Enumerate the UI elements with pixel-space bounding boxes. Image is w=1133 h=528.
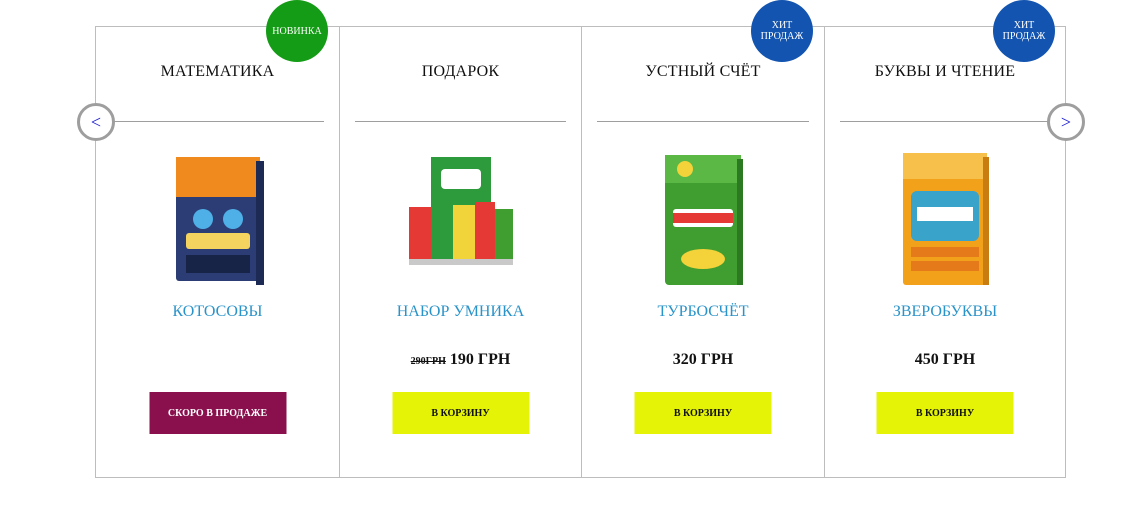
next-arrow-button[interactable]: > [1047, 103, 1085, 141]
product-category: БУКВЫ И ЧТЕНИЕ [874, 63, 1016, 80]
product-price: 290ГРН 190 ГРН [340, 351, 581, 369]
divider [111, 121, 324, 122]
product-image[interactable] [401, 147, 521, 292]
product-price: 450 ГРН [825, 351, 1065, 369]
add-to-cart-button[interactable]: В КОРЗИНУ [634, 392, 772, 434]
divider [597, 121, 809, 122]
product-card: БУКВЫ И ЧТЕНИЕ ЗВЕРОБУКВЫ 450 ГРН В КОРЗ… [824, 27, 1065, 477]
old-price: 290ГРН [410, 356, 446, 367]
bestseller-badge: ХИТ ПРОДАЖ [751, 0, 813, 62]
product-card: ПОДАРОК НАБОР УМНИКА 290ГРН 190 ГРН В КОР… [339, 27, 581, 477]
product-card: УСТНЫЙ СЧЁТ ТУРБОСЧЁТ 320 ГРН В КОРЗИНУ [581, 27, 824, 477]
divider [840, 121, 1050, 122]
current-price: 320 ГРН [672, 351, 734, 368]
current-price: 190 ГРН [449, 351, 511, 368]
new-badge: НОВИНКА [266, 0, 328, 62]
product-name-link[interactable]: ТУРБОСЧЁТ [582, 303, 824, 321]
product-image[interactable] [885, 147, 1005, 292]
product-card: МАТЕМАТИКА КОТОСОВЫ СКОРО В ПРОДАЖЕ [96, 27, 339, 477]
product-category: УСТНЫЙ СЧЁТ [645, 63, 761, 80]
add-to-cart-button[interactable]: В КОРЗИНУ [876, 392, 1014, 434]
prev-arrow-button[interactable]: < [77, 103, 115, 141]
product-category: МАТЕМАТИКА [160, 63, 275, 80]
product-price: 320 ГРН [582, 351, 824, 369]
bestseller-badge: ХИТ ПРОДАЖ [993, 0, 1055, 62]
current-price: 450 ГРН [914, 351, 976, 368]
product-name-link[interactable]: НАБОР УМНИКА [340, 303, 581, 321]
product-name-link[interactable]: ЗВЕРОБУКВЫ [825, 303, 1065, 321]
product-carousel: МАТЕМАТИКА КОТОСОВЫ СКОРО В ПРОДАЖЕ ПОДА… [95, 26, 1066, 478]
product-name-link[interactable]: КОТОСОВЫ [96, 303, 339, 321]
add-to-cart-button[interactable]: В КОРЗИНУ [392, 392, 529, 434]
product-image[interactable] [158, 147, 278, 292]
product-image[interactable] [643, 147, 763, 292]
divider [355, 121, 566, 122]
product-category: ПОДАРОК [421, 63, 500, 80]
coming-soon-button[interactable]: СКОРО В ПРОДАЖЕ [149, 392, 286, 434]
